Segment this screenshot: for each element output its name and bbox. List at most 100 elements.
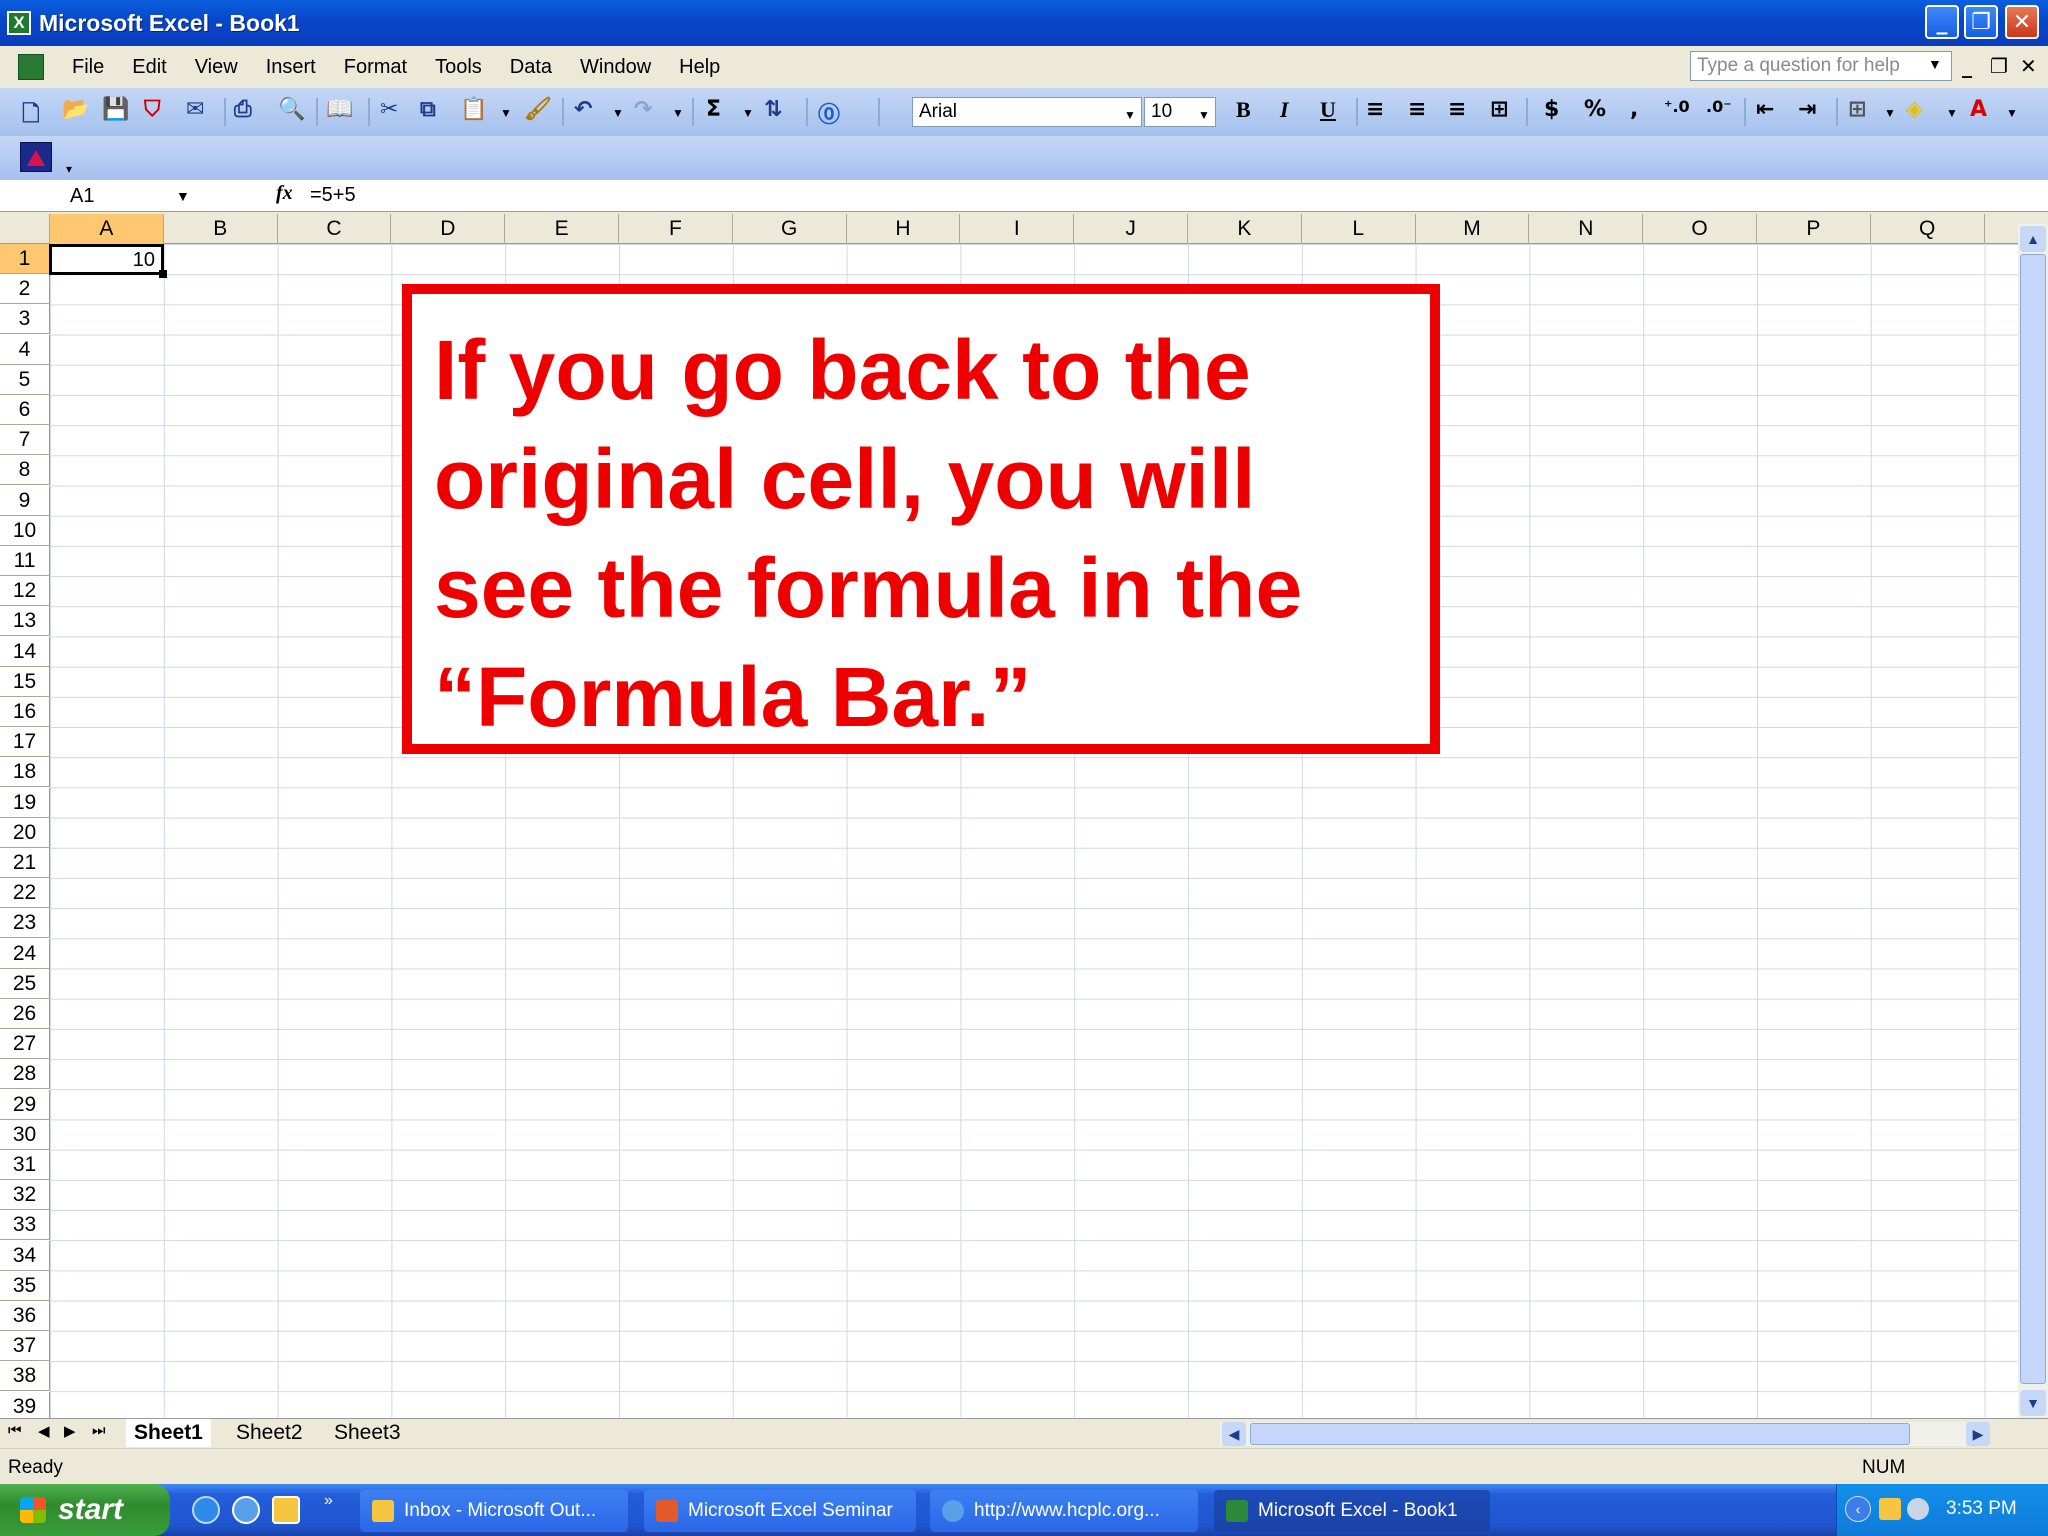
autosum-icon[interactable]: Σ: [706, 97, 721, 122]
menu-data[interactable]: Data: [510, 56, 552, 79]
decrease-decimal-icon[interactable]: .0⁻: [1706, 97, 1732, 116]
align-right-icon[interactable]: ≡: [1448, 97, 1466, 122]
task-inbox[interactable]: Inbox - Microsoft Out...: [360, 1490, 628, 1532]
row-header-29[interactable]: 29: [0, 1089, 50, 1120]
row-header-24[interactable]: 24: [0, 938, 50, 969]
row-header-14[interactable]: 14: [0, 636, 50, 667]
currency-button[interactable]: $: [1544, 97, 1559, 122]
row-header-18[interactable]: 18: [0, 757, 50, 788]
increase-decimal-icon[interactable]: ⁺.0: [1664, 97, 1690, 116]
row-header-7[interactable]: 7: [0, 425, 50, 456]
network-icon[interactable]: [1907, 1498, 1929, 1520]
help-search-input[interactable]: Type a question for help: [1690, 51, 1952, 81]
menu-help[interactable]: Help: [679, 56, 720, 79]
task-excel-book1[interactable]: Microsoft Excel - Book1: [1214, 1490, 1490, 1532]
help-icon[interactable]: ⓪: [818, 97, 840, 129]
row-header-13[interactable]: 13: [0, 606, 50, 637]
row-header-8[interactable]: 8: [0, 455, 50, 486]
row-header-5[interactable]: 5: [0, 364, 50, 395]
tab-sheet2[interactable]: Sheet2: [228, 1419, 311, 1447]
decrease-indent-icon[interactable]: ⇤: [1756, 97, 1774, 122]
chevron-down-icon[interactable]: ▼: [2006, 106, 2018, 120]
row-header-35[interactable]: 35: [0, 1270, 50, 1301]
percent-button[interactable]: %: [1584, 97, 1606, 122]
close-button[interactable]: ✕: [2005, 5, 2039, 39]
toolbar-options-icon[interactable]: ▾: [66, 162, 72, 176]
insert-function-icon[interactable]: fx: [276, 182, 293, 205]
column-header-c[interactable]: C: [278, 214, 392, 244]
reminder-icon[interactable]: [1879, 1498, 1901, 1520]
fill-handle[interactable]: [159, 270, 167, 278]
row-header-6[interactable]: 6: [0, 395, 50, 425]
underline-button[interactable]: U: [1320, 97, 1336, 123]
new-icon[interactable]: 🗋: [22, 97, 40, 135]
menu-view[interactable]: View: [195, 56, 238, 79]
chevron-down-icon[interactable]: ▼: [176, 188, 190, 204]
font-name-field[interactable]: Arial: [912, 97, 1142, 127]
print-preview-icon[interactable]: 🔍: [278, 97, 305, 122]
outlook-icon[interactable]: [272, 1496, 300, 1524]
row-header-32[interactable]: 32: [0, 1180, 50, 1211]
maximize-button[interactable]: ❐: [1964, 5, 1998, 39]
doc-minimize-icon[interactable]: _: [1962, 54, 1972, 78]
chevron-down-icon[interactable]: ▼: [672, 106, 684, 120]
print-icon[interactable]: ⎙: [234, 97, 252, 122]
cell-a1[interactable]: 10: [49, 244, 164, 275]
row-header-9[interactable]: 9: [0, 485, 50, 516]
horizontal-scrollbar[interactable]: ◀ ▶: [1220, 1422, 1990, 1446]
name-box[interactable]: A1: [4, 182, 168, 210]
menu-tools[interactable]: Tools: [435, 56, 482, 79]
prev-sheet-icon[interactable]: ◀: [38, 1422, 50, 1440]
internet-explorer-icon[interactable]: [192, 1496, 220, 1524]
row-header-10[interactable]: 10: [0, 515, 50, 546]
format-painter-icon[interactable]: 🖌: [524, 97, 552, 122]
row-header-38[interactable]: 38: [0, 1361, 50, 1392]
column-header-h[interactable]: H: [847, 214, 961, 244]
scroll-up-icon[interactable]: ▲: [2020, 226, 2046, 252]
doc-restore-icon[interactable]: ❐: [1990, 54, 2008, 78]
borders-icon[interactable]: ⊞: [1848, 97, 1866, 122]
desktop-icon[interactable]: [232, 1496, 260, 1524]
paste-icon[interactable]: 📋: [460, 97, 487, 122]
select-all-corner[interactable]: [0, 214, 50, 244]
scroll-left-icon[interactable]: ◀: [1222, 1422, 1246, 1446]
start-button[interactable]: start: [0, 1484, 170, 1536]
more-quicklaunch-icon[interactable]: »: [324, 1492, 333, 1510]
row-header-15[interactable]: 15: [0, 666, 50, 697]
row-header-25[interactable]: 25: [0, 968, 50, 999]
row-header-12[interactable]: 12: [0, 576, 50, 607]
open-icon[interactable]: 📂: [62, 97, 89, 122]
row-header-39[interactable]: 39: [0, 1391, 50, 1418]
column-header-b[interactable]: B: [164, 214, 278, 244]
redo-icon[interactable]: ↷: [634, 97, 652, 122]
column-header-i[interactable]: I: [960, 214, 1075, 244]
vertical-scrollbar[interactable]: ▲ ▼: [2018, 224, 2048, 1418]
row-header-30[interactable]: 30: [0, 1119, 50, 1150]
scroll-thumb[interactable]: [2020, 254, 2046, 1384]
sort-ascending-icon[interactable]: ⇅: [764, 97, 782, 122]
row-header-21[interactable]: 21: [0, 848, 50, 878]
column-header-f[interactable]: F: [619, 214, 733, 244]
scroll-down-icon[interactable]: ▼: [2020, 1390, 2046, 1416]
menu-format[interactable]: Format: [344, 56, 407, 79]
menu-edit[interactable]: Edit: [132, 56, 166, 79]
row-header-3[interactable]: 3: [0, 304, 50, 335]
align-left-icon[interactable]: ≡: [1366, 97, 1384, 122]
column-header-l[interactable]: L: [1302, 214, 1416, 244]
cut-icon[interactable]: ✂: [380, 97, 398, 122]
scroll-thumb[interactable]: [1250, 1423, 1910, 1445]
copy-icon[interactable]: ⧉: [420, 97, 436, 122]
italic-button[interactable]: I: [1280, 97, 1289, 123]
save-icon[interactable]: 💾: [102, 97, 129, 122]
column-header-j[interactable]: J: [1074, 214, 1188, 244]
row-header-34[interactable]: 34: [0, 1240, 50, 1271]
menu-insert[interactable]: Insert: [266, 56, 316, 79]
row-header-17[interactable]: 17: [0, 727, 50, 758]
row-header-27[interactable]: 27: [0, 1029, 50, 1060]
column-header-p[interactable]: P: [1757, 214, 1871, 244]
undo-icon[interactable]: ↶: [574, 97, 592, 122]
research-icon[interactable]: 📖: [326, 97, 353, 122]
row-header-16[interactable]: 16: [0, 697, 50, 727]
row-header-11[interactable]: 11: [0, 546, 50, 576]
chevron-down-icon[interactable]: ▼: [612, 106, 624, 120]
